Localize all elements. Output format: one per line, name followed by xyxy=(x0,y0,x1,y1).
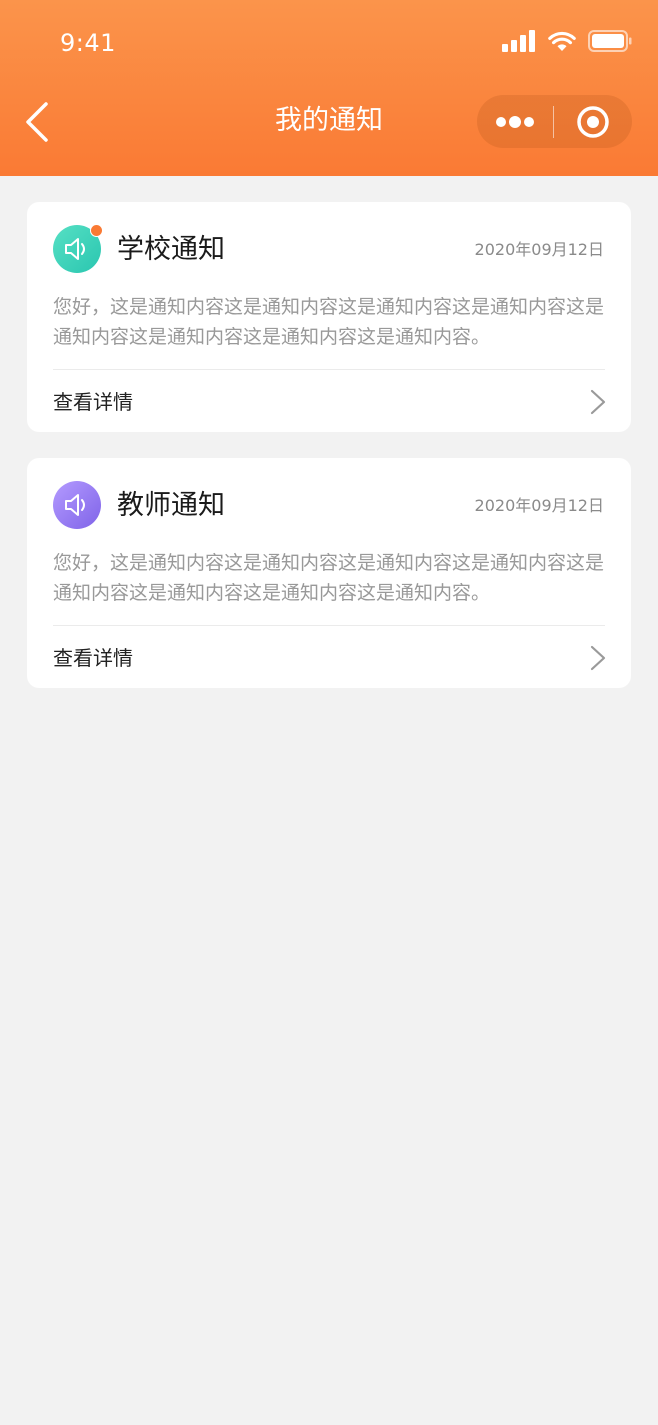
more-button[interactable] xyxy=(477,95,553,148)
view-details-button[interactable]: 查看详情 xyxy=(27,370,631,432)
battery-icon xyxy=(588,30,632,52)
notification-title: 教师通知 xyxy=(117,490,225,521)
status-icons xyxy=(502,26,632,56)
more-dots-icon xyxy=(496,115,534,128)
notification-icon-badge xyxy=(53,481,101,529)
chevron-right-icon xyxy=(590,645,606,671)
nav-header: 9:41 我的通知 xyxy=(0,0,658,176)
notification-date: 2020年09月12日 xyxy=(474,496,604,515)
notification-date: 2020年09月12日 xyxy=(474,240,604,259)
view-details-button[interactable]: 查看详情 xyxy=(27,626,631,688)
notification-title: 学校通知 xyxy=(117,234,225,265)
chevron-right-icon xyxy=(590,389,606,415)
close-button[interactable] xyxy=(554,95,632,148)
notification-content: 您好，这是通知内容这是通知内容这是通知内容这是通知内容这是通知内容这是通知内容这… xyxy=(53,296,605,348)
unread-dot xyxy=(90,224,103,237)
signal-icon xyxy=(502,30,535,52)
status-time: 9:41 xyxy=(60,29,116,57)
mini-program-capsule xyxy=(477,95,632,148)
target-circle-icon xyxy=(577,105,609,138)
view-details-label: 查看详情 xyxy=(53,646,133,670)
notification-content: 您好，这是通知内容这是通知内容这是通知内容这是通知内容这是通知内容这是通知内容这… xyxy=(53,552,605,604)
notification-card-school: 学校通知 2020年09月12日 您好，这是通知内容这是通知内容这是通知内容这是… xyxy=(27,202,631,432)
view-details-label: 查看详情 xyxy=(53,390,133,414)
wifi-icon xyxy=(548,31,576,51)
notification-card-teacher: 教师通知 2020年09月12日 您好，这是通知内容这是通知内容这是通知内容这是… xyxy=(27,458,631,688)
speaker-icon xyxy=(65,238,85,260)
speaker-icon xyxy=(65,494,85,516)
